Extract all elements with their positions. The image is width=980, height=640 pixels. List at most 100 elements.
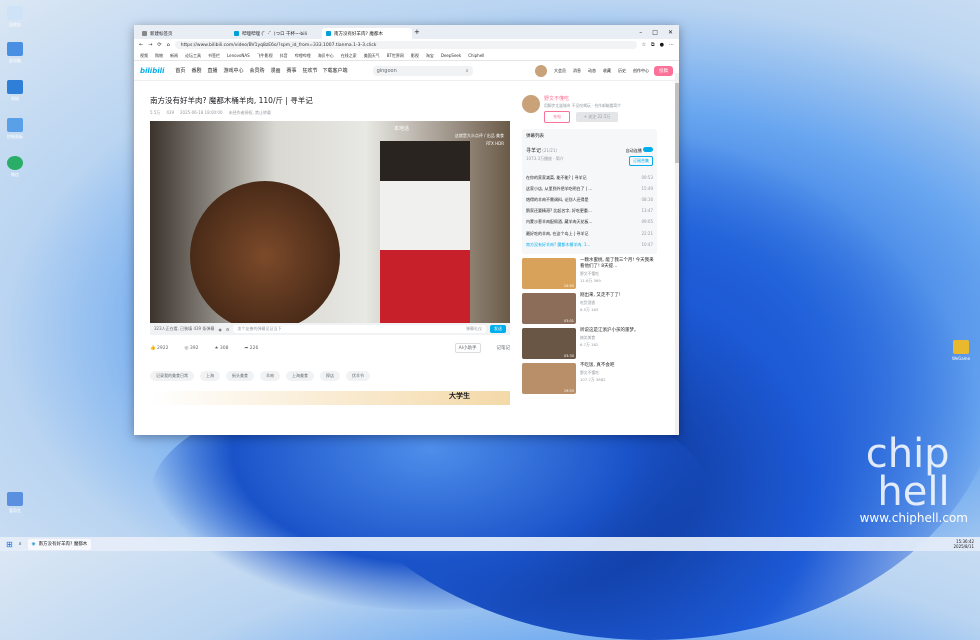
uploader-avatar[interactable] [522,95,540,113]
tag-chip[interactable]: 羊肉 [260,371,280,381]
forward-icon[interactable]: → [148,42,152,48]
scrollbar[interactable] [675,73,679,435]
bookmark-item[interactable]: 在线之家 [341,53,357,59]
desktop-icon-control[interactable]: 控制面板 [0,118,30,140]
nav-item[interactable]: 漫画 [271,67,281,74]
recommend-item[interactable]: 03:01 刚出来, 又走不了了! 吃货酒香 6.5万 163 [522,293,657,325]
nav-right-item[interactable]: 创作中心 [633,68,649,74]
recommend-title[interactable]: 刚出来, 又走不了了! [580,293,621,299]
bookmark-item[interactable]: DeepSeek [441,53,461,58]
playlist-item[interactable]: 最好吃的羊肉, 在这个岛上 | 寻羊记 22:21 [526,228,653,239]
nav-right-item[interactable]: 动态 [588,68,596,74]
nav-item[interactable]: 赛事 [287,67,297,74]
bookmark-item[interactable]: 书签栏 [208,53,220,59]
search-icon[interactable]: ⌕ [19,541,22,547]
uploader-name[interactable]: 野文不懂吃 [544,95,621,102]
recommend-thumbnail[interactable]: 19:53 [522,363,576,395]
desktop-icon-recycle[interactable]: 回收站 [0,6,30,28]
recommend-author[interactable]: 搞笑美食 [580,335,639,341]
clock[interactable]: 15:36:42 2025/8/11 [953,539,974,549]
desktop-icon-wechat[interactable]: 微信 [0,156,30,178]
recommend-author[interactable]: 吃货酒香 [580,300,621,306]
bilibili-logo[interactable]: bilibili [140,67,164,75]
recommend-item[interactable]: 15:55 一颗水蜜桃, 能了我三个月! 今天我来看他们了! 8天提... 野文不懂… [522,258,657,290]
search-icon[interactable]: ⌕ [466,68,469,74]
tag-chip[interactable]: 记录我的美食日常 [150,371,194,381]
bookmark-item[interactable]: 抖音 [280,53,288,59]
bookmark-item[interactable]: LenovoNAS [227,53,250,58]
bookmark-item[interactable]: 海贝中心 [318,53,334,59]
bookmark-item[interactable]: 美国天气 [364,53,380,59]
playlist-item[interactable]: 南方没有好羊肉? 魔都木桶羊肉, 1... 10:47 [526,239,653,250]
subscribe-button[interactable]: 订阅合集 [629,156,653,166]
bookmark-item[interactable]: 哔哩哔哩 [295,53,311,59]
autoplay-toggle[interactable]: 自动连播 [626,147,653,154]
new-tab-icon[interactable]: + [414,28,420,36]
danmaku-toggle-icon[interactable]: ◉ [218,327,222,332]
upload-button[interactable]: 投稿 [654,65,673,76]
tag-chip[interactable]: 街头美食 [226,371,254,381]
recommend-title[interactable]: 不吃饭, 真不会吧 [580,363,614,369]
recommend-author[interactable]: 野文不懂吃 [580,271,657,277]
danmaku-settings-icon[interactable]: ⚙ [226,327,230,332]
bookmark-item[interactable]: 论坛工具 [185,53,201,59]
video-player[interactable]: 本地话 这就是大众点评 / 出品 美食 RTX HDR [150,121,510,323]
recommend-thumbnail[interactable]: 15:55 [522,258,576,290]
bookmark-item[interactable]: 淘宝 [426,53,434,59]
minimize-icon[interactable]: – [639,29,642,36]
coin-button[interactable]: ◎ 392 [185,346,199,351]
ai-assistant-button[interactable]: AI小助手 [454,343,481,353]
ad-banner[interactable]: 大学生 [150,391,510,405]
desktop-icon-network[interactable]: 网络 [0,80,30,102]
nav-item[interactable]: 会员购 [249,67,264,74]
bookmark-item[interactable]: 视频 [140,53,148,59]
playlist-item[interactable]: 鹅家还要精湛? 比起名字, 好吃更重... 13:47 [526,206,653,217]
bookmark-item[interactable]: Chiphell [468,53,484,58]
nav-item[interactable]: 直播 [207,67,217,74]
nav-right-item[interactable]: 大会员 [554,68,566,74]
maximize-icon[interactable]: □ [652,29,658,36]
start-icon[interactable]: ⊞ [6,540,13,549]
bookmark-item[interactable]: BT世界网 [387,53,404,59]
url-field[interactable]: https://www.bilibili.com/video/BV1yq8zE6… [174,41,637,49]
danmaku-input[interactable]: 发个友善的弹幕见证当下 弹幕礼仪 [233,325,486,333]
playlist-item[interactable]: 这家小店, 从里到外把羊吃明白了 | ... 15:49 [526,183,653,194]
extensions-icon[interactable]: ⧉ [651,42,655,48]
scrollbar-thumb[interactable] [675,83,679,163]
download-client-link[interactable]: 下载客户端 [323,67,348,74]
back-icon[interactable]: ← [139,42,143,48]
tab-newtab[interactable]: 新建标签页 [138,28,228,39]
nav-right-item[interactable]: 收藏 [603,68,611,74]
recommend-item[interactable]: 03:30 听说这是江浙沪小孩的噩梦。 搞笑美食 6.7万 162 [522,328,657,360]
follow-button[interactable]: + 关注 22.5万 [575,112,619,122]
star-icon[interactable]: ☆ [642,42,646,48]
close-icon[interactable]: ✕ [668,29,673,36]
nav-item[interactable]: 番剧 [191,67,201,74]
menu-icon[interactable]: ⋯ [669,42,674,48]
bookmark-item[interactable]: 飞牛影视 [257,53,273,59]
home-icon[interactable]: ⌂ [167,42,170,48]
recommend-thumbnail[interactable]: 03:30 [522,328,576,360]
recommend-author[interactable]: 野文不懂吃 [580,370,614,376]
bookmark-item[interactable]: 购物 [155,53,163,59]
bookmark-item[interactable]: 新闻 [170,53,178,59]
nav-right-item[interactable]: 历史 [618,68,626,74]
recommend-thumbnail[interactable]: 03:01 [522,293,576,325]
recommend-title[interactable]: 一颗水蜜桃, 能了我三个月! 今天我来看他们了! 8天提... [580,258,657,270]
like-button[interactable]: 👍 2922 [150,346,169,351]
desktop-icon-wegame[interactable]: WeGame [946,340,976,361]
notes-button[interactable]: 记笔记 [497,345,511,351]
tag-chip[interactable]: 伏羊节 [346,371,370,381]
playlist-item[interactable]: 在你的家家减菜, 能不能? | 寻羊记 09:53 [526,172,653,183]
nav-item[interactable]: 狂欢节 [303,67,318,74]
danmaku-etiquette-link[interactable]: 弹幕礼仪 [466,326,482,332]
bookmark-item[interactable]: 影视 [411,53,419,59]
tag-chip[interactable]: 上海 [200,371,220,381]
taskbar-app-browser[interactable]: ◉ 南方没有好羊肉? 魔都木 [27,538,92,550]
desktop-icon-iqiyi[interactable]: 爱奇艺 [0,492,30,514]
reload-icon[interactable]: ⟳ [157,42,161,48]
nav-item[interactable]: 首页 [175,67,185,74]
recommend-item[interactable]: 19:53 不吃饭, 真不会吧 野文不懂吃 107.7万 3682 [522,363,657,395]
playlist-item[interactable]: 炮得的羊肉不需调料, 论别人还得是 08:16 [526,194,653,205]
tag-chip[interactable]: 探店 [320,371,340,381]
